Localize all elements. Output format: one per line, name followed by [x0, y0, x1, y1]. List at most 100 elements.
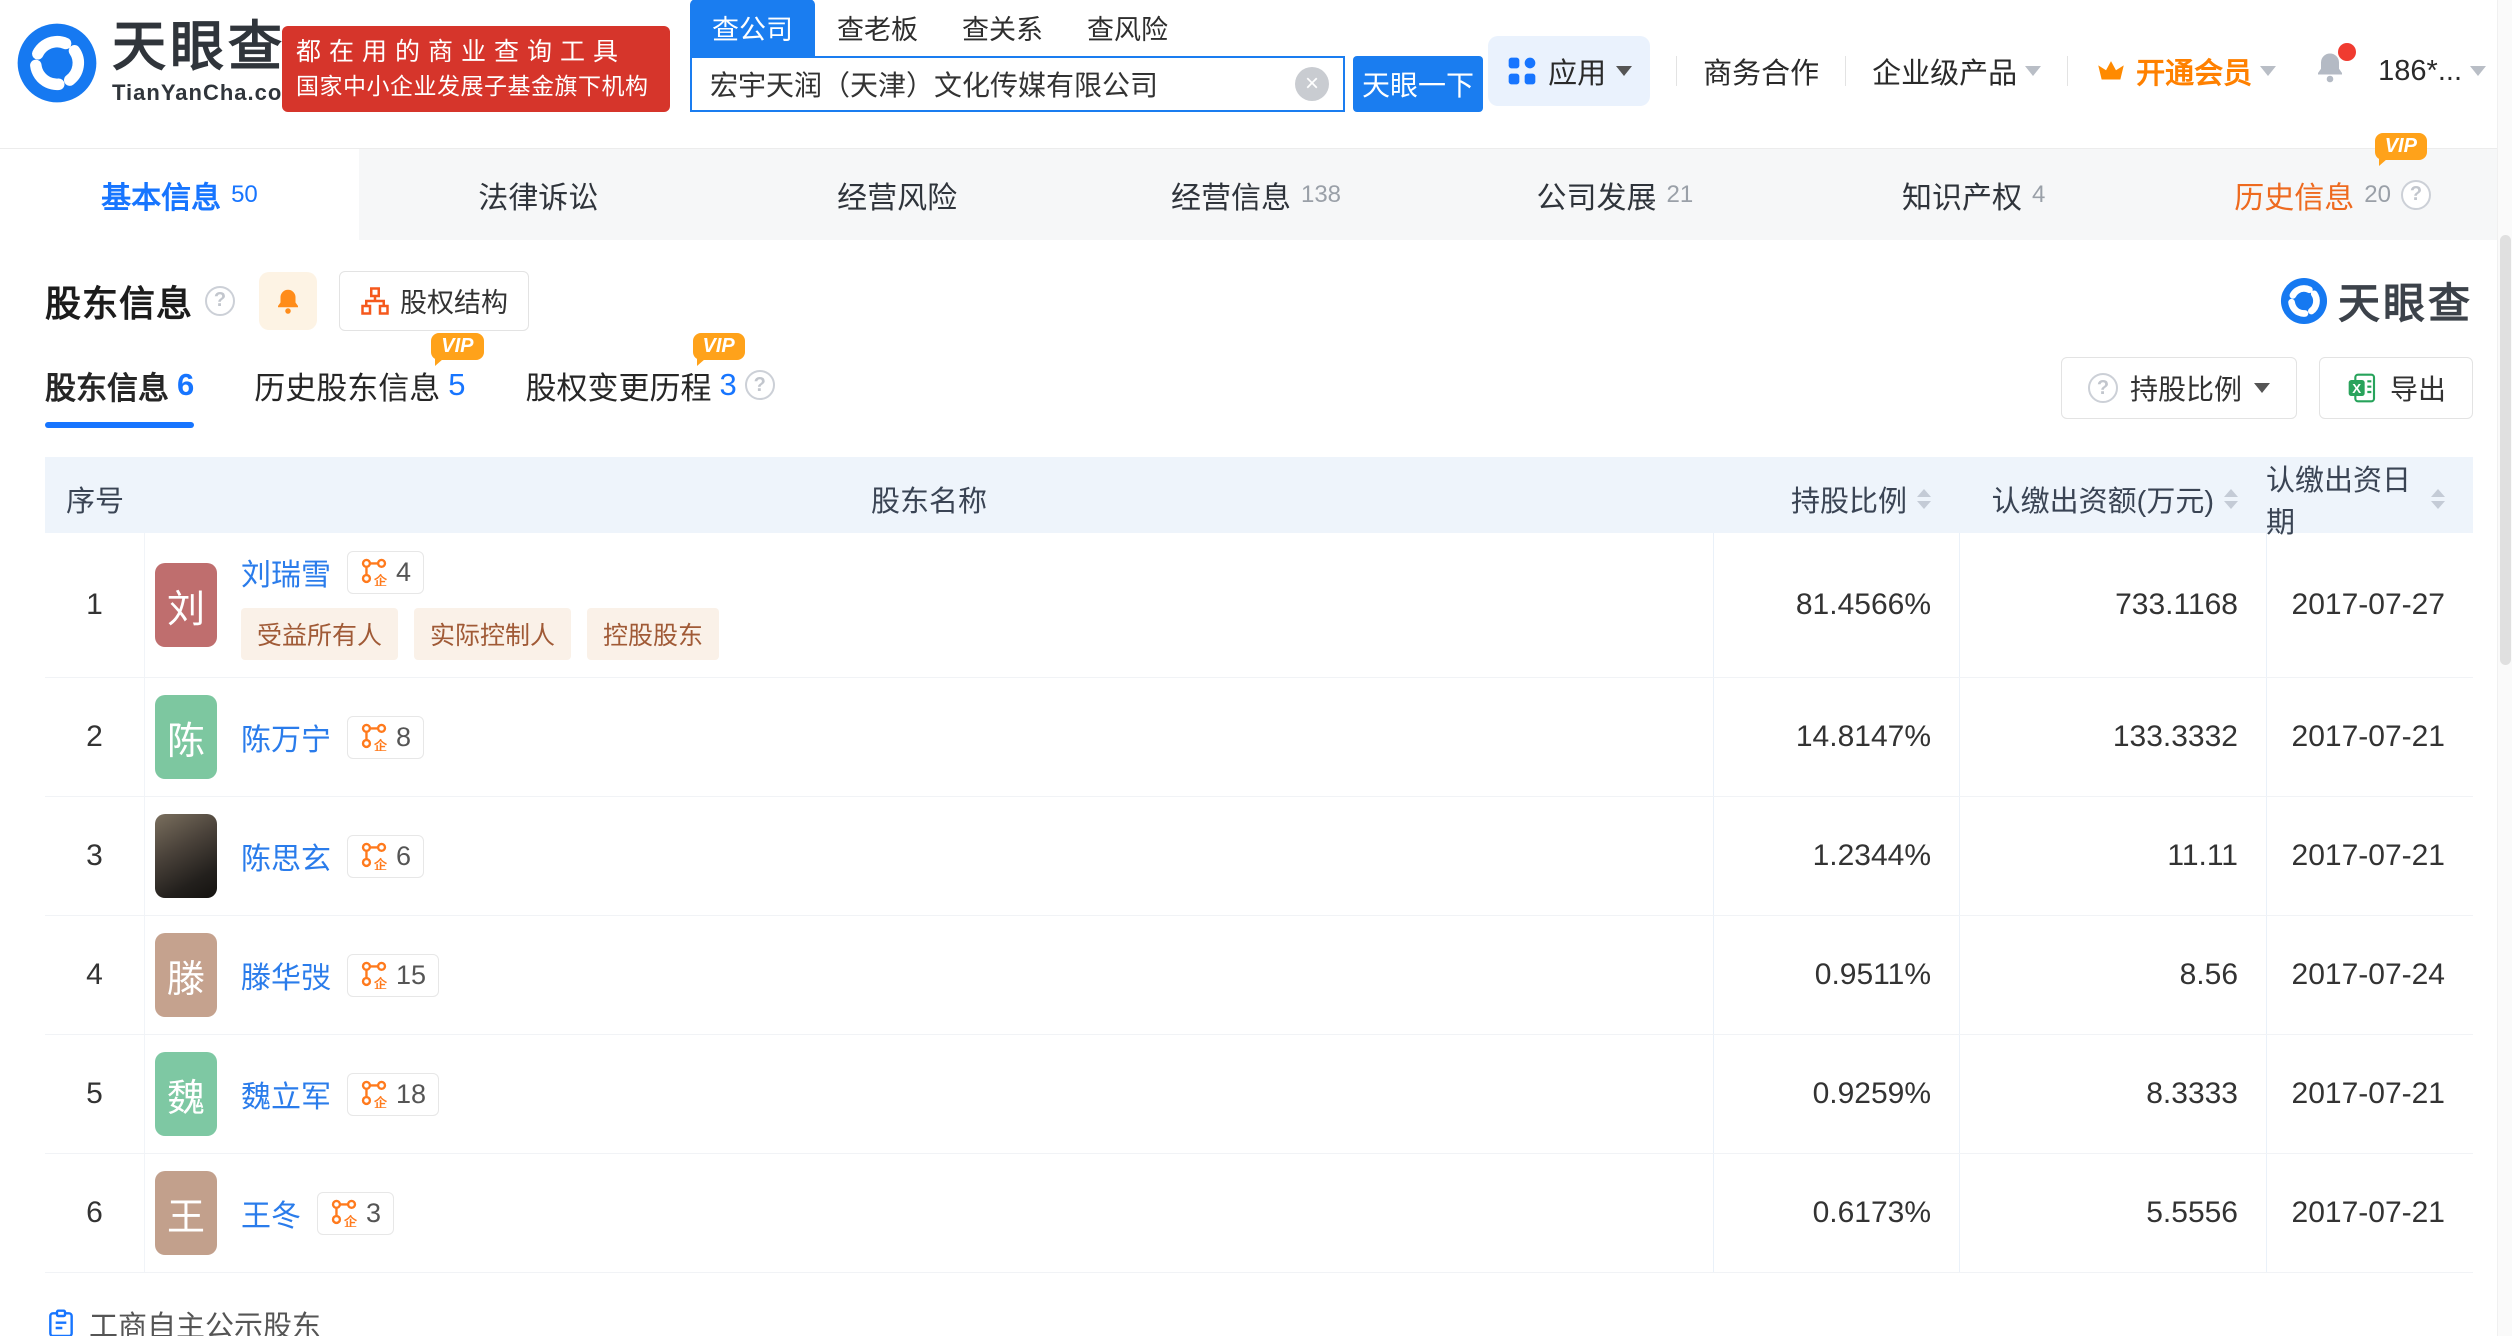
subtab-equity-change-history[interactable]: VIP 股权变更历程 3 ?	[526, 332, 775, 428]
date-cell: 2017-07-21	[2266, 1035, 2473, 1153]
search-tabs: 查公司 查老板 查关系 查风险	[690, 0, 1490, 56]
shareholder-name-link[interactable]: 王冬	[241, 1191, 301, 1235]
tab-intellectual-property[interactable]: 知识产权 4	[1794, 149, 2153, 240]
banner-line2: 国家中小企业发展子基金旗下机构	[296, 73, 649, 100]
top-header: 天眼查 TianYanCha.com 都在用的商业查询工具 国家中小企业发展子基…	[0, 0, 2512, 148]
graph-icon: 企	[361, 842, 388, 870]
search-tab-relation[interactable]: 查关系	[940, 0, 1065, 56]
graph-icon: 企	[331, 1199, 358, 1227]
subtab-shareholders[interactable]: 股东信息 6	[45, 363, 195, 428]
nav-vip-upgrade[interactable]: 开通会员	[2094, 50, 2277, 92]
company-tab-bar: 基本信息 50 法律诉讼 经营风险 经营信息 138 公司发展 21 知识产权 4 VI…	[0, 132, 2512, 240]
user-account[interactable]: 186*...	[2378, 55, 2486, 88]
chevron-down-icon	[2253, 383, 2270, 393]
divider	[1845, 56, 1847, 86]
export-button[interactable]: X 导出	[2318, 357, 2473, 419]
nav-enterprise-products[interactable]: 企业级产品	[1872, 50, 2042, 92]
page: 天眼查 TianYanCha.com 都在用的商业查询工具 国家中小企业发展子基…	[0, 0, 2512, 1336]
tab-operating-risk[interactable]: 经营风险	[718, 149, 1077, 240]
bell-icon	[278, 289, 299, 314]
help-icon[interactable]: ?	[2400, 179, 2431, 210]
relation-graph-badge[interactable]: 企 3	[317, 1191, 395, 1235]
equity-structure-button[interactable]: 股权结构	[339, 270, 530, 331]
subscribe-bell-button[interactable]	[259, 271, 318, 330]
logo-subtitle: TianYanCha.com	[112, 80, 303, 105]
apps-menu[interactable]: 应用	[1488, 36, 1651, 106]
shareholder-cell: 滕 滕华弢 企 15	[145, 916, 1713, 1034]
shareholder-name-link[interactable]: 魏立军	[241, 1072, 331, 1116]
tab-history-info[interactable]: VIP 历史信息 20 ?	[2153, 132, 2512, 240]
col-subscribed-date-sortable[interactable]: 认缴出资日期	[2266, 457, 2473, 541]
table-row: 1 刘 刘瑞雪 企 4 受益所有人 实际控制人 控股股东 81.4566% 73…	[45, 533, 2473, 678]
divider	[2067, 56, 2069, 86]
shareholder-name-link[interactable]: 陈思玄	[241, 834, 331, 878]
vip-badge: VIP	[692, 332, 745, 366]
notification-bell[interactable]	[2312, 43, 2357, 93]
shareholder-avatar[interactable]: 王	[155, 1171, 217, 1255]
table-row: 2 陈 陈万宁 企 8 14.8147% 133.3332 2017-07-21	[45, 678, 2473, 797]
shareholder-tag[interactable]: 实际控制人	[414, 608, 572, 660]
tab-business-info[interactable]: 经营信息 138	[1077, 149, 1436, 240]
sort-icon[interactable]	[2431, 489, 2445, 509]
search-tab-risk[interactable]: 查风险	[1065, 0, 1190, 56]
clear-search-icon[interactable]: ×	[1295, 67, 1329, 101]
subtab-historical-shareholders[interactable]: VIP 历史股东信息 5	[254, 332, 484, 428]
svg-text:企: 企	[373, 738, 388, 751]
scrollbar-thumb[interactable]	[2500, 235, 2511, 665]
search-button[interactable]: 天眼一下	[1353, 56, 1483, 112]
col-index: 序号	[65, 486, 124, 518]
shareholder-name-link[interactable]: 刘瑞雪	[241, 550, 331, 594]
shareholder-tag[interactable]: 受益所有人	[241, 608, 399, 660]
shareholder-cell: 刘 刘瑞雪 企 4 受益所有人 实际控制人 控股股东	[145, 533, 1713, 677]
row-index: 6	[45, 1154, 145, 1272]
shareholder-avatar[interactable]	[155, 814, 217, 898]
banner-line1: 都在用的商业查询工具	[296, 38, 627, 67]
ratio-cell: 1.2344%	[1713, 797, 1959, 915]
shareholder-avatar[interactable]: 滕	[155, 933, 217, 1017]
tab-company-development[interactable]: 公司发展 21	[1435, 149, 1794, 240]
shareholder-avatar[interactable]: 刘	[155, 563, 217, 647]
logo-title: 天眼查	[112, 17, 286, 77]
svg-text:企: 企	[373, 1095, 388, 1108]
sort-icon[interactable]	[2224, 489, 2238, 509]
sort-icon[interactable]	[1917, 489, 1931, 509]
row-index: 3	[45, 797, 145, 915]
tab-basic-info[interactable]: 基本信息 50	[0, 149, 359, 240]
shareholder-table-body: 1 刘 刘瑞雪 企 4 受益所有人 实际控制人 控股股东 81.4566% 73…	[45, 533, 2473, 1273]
col-subscribed-capital-sortable[interactable]: 认缴出资额(万元)	[1959, 478, 2266, 520]
holding-ratio-dropdown[interactable]: ? 持股比例	[2060, 357, 2297, 419]
shareholder-tag[interactable]: 控股股东	[587, 608, 720, 660]
search-input[interactable]	[692, 68, 1295, 100]
help-icon: ?	[2087, 373, 2118, 403]
date-cell: 2017-07-21	[2266, 678, 2473, 796]
relation-graph-badge[interactable]: 企 6	[347, 834, 425, 878]
search-tab-company[interactable]: 查公司	[690, 0, 815, 56]
shareholder-avatar[interactable]: 魏	[155, 1052, 217, 1136]
search-area: 查公司 查老板 查关系 查风险 × 天眼一下	[690, 0, 1490, 112]
shareholder-section: 股东信息 ? 股权结构 天眼查 股东信息 6 VIP 历史股东信息 5 VIP …	[45, 240, 2473, 1336]
ratio-cell: 0.6173%	[1713, 1154, 1959, 1272]
shareholder-cell: 魏 魏立军 企 18	[145, 1035, 1713, 1153]
shareholder-name-link[interactable]: 滕华弢	[241, 953, 331, 997]
section-header: 股东信息 ? 股权结构 天眼查	[45, 270, 2473, 331]
col-holding-ratio-sortable[interactable]: 持股比例	[1713, 478, 1959, 520]
relation-graph-badge[interactable]: 企 15	[347, 953, 440, 997]
date-cell: 2017-07-27	[2266, 533, 2473, 677]
tab-legal-proceedings[interactable]: 法律诉讼	[359, 149, 718, 240]
nav-cooperation[interactable]: 商务合作	[1703, 50, 1819, 92]
notification-dot	[2338, 43, 2357, 61]
shareholder-avatar[interactable]: 陈	[155, 695, 217, 779]
relation-graph-badge[interactable]: 企 18	[347, 1072, 440, 1116]
graph-icon: 企	[361, 961, 388, 989]
divider	[1676, 56, 1678, 86]
relation-graph-badge[interactable]: 企 8	[347, 715, 425, 759]
search-tab-boss[interactable]: 查老板	[815, 0, 940, 56]
crown-icon	[2098, 61, 2124, 80]
help-icon[interactable]: ?	[744, 370, 775, 400]
shareholder-name-link[interactable]: 陈万宁	[241, 715, 331, 759]
grid-icon	[1508, 57, 1536, 85]
tianyancha-logo[interactable]: 天眼查 TianYanCha.com	[16, 20, 303, 106]
help-icon[interactable]: ?	[205, 285, 236, 316]
graph-icon: 企	[361, 558, 388, 586]
relation-graph-badge[interactable]: 企 4	[347, 550, 425, 594]
